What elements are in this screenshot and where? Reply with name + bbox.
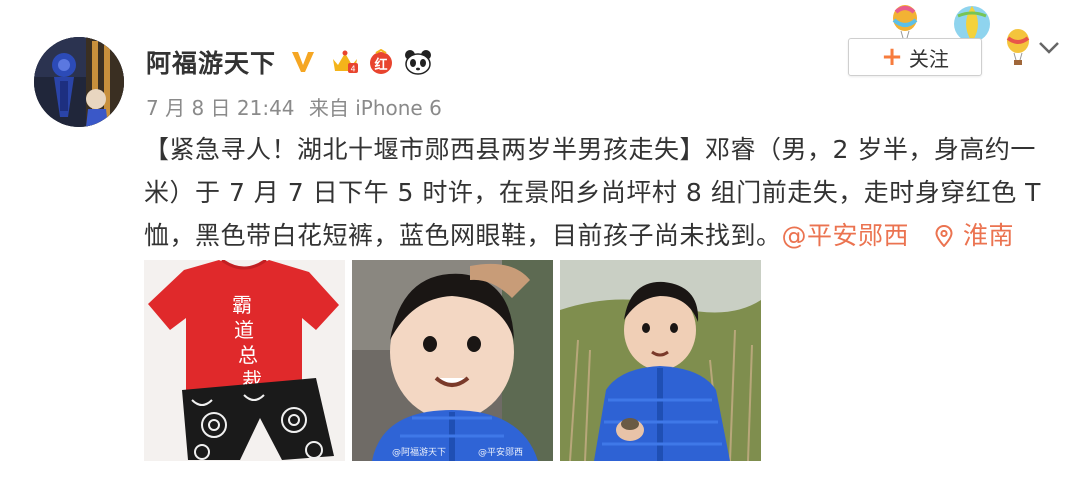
photo-child-portrait[interactable]: @阿福游天下 @平安郧西 xyxy=(352,260,553,461)
shirt-text: 道 xyxy=(234,318,254,342)
location-pin-icon[interactable] xyxy=(935,225,953,247)
balloon-icon xyxy=(1006,29,1030,65)
chevron-down-icon[interactable] xyxy=(1036,38,1062,58)
post-timestamp[interactable]: 7 月 8 日 21:44 xyxy=(146,96,295,120)
location-link[interactable]: 淮南 xyxy=(963,221,1014,250)
photo-outfit[interactable]: 霸 道 总 裁 xyxy=(144,260,345,461)
red-badge-icon[interactable]: 红 xyxy=(368,49,394,75)
verified-v-icon[interactable] xyxy=(290,50,316,74)
shirt-text: 霸 xyxy=(232,293,252,317)
username[interactable]: 阿福游天下 xyxy=(146,44,276,80)
panda-icon[interactable] xyxy=(404,49,432,75)
plus-icon: + xyxy=(881,42,903,72)
follow-button[interactable]: + 关注 xyxy=(848,38,982,76)
watermark: @平安郧西 xyxy=(478,448,524,458)
mention-link[interactable]: @平安郧西 xyxy=(782,221,910,250)
avatar[interactable] xyxy=(34,37,124,127)
photo-grid: 霸 道 总 裁 @阿福游天下 @平安郧西 xyxy=(144,260,761,461)
follow-label: 关注 xyxy=(908,46,949,71)
user-header: 阿福游天下 4 红 xyxy=(146,42,432,82)
shirt-text: 总 xyxy=(238,343,258,367)
crown-level-icon[interactable]: 4 xyxy=(330,49,360,75)
svg-text:4: 4 xyxy=(350,65,355,74)
post-meta: 7 月 8 日 21:44 来自 iPhone 6 xyxy=(146,92,450,121)
post-source: 来自 iPhone 6 xyxy=(308,96,442,120)
photo-child-outdoors[interactable] xyxy=(560,260,761,461)
watermark: @阿福游天下 xyxy=(392,448,447,458)
post-body: 【紧急寻人！湖北十堰市郧西县两岁半男孩走失】邓睿（男，2 岁半，身高约一米）于 … xyxy=(144,128,1044,257)
red-badge-label: 红 xyxy=(374,57,388,73)
